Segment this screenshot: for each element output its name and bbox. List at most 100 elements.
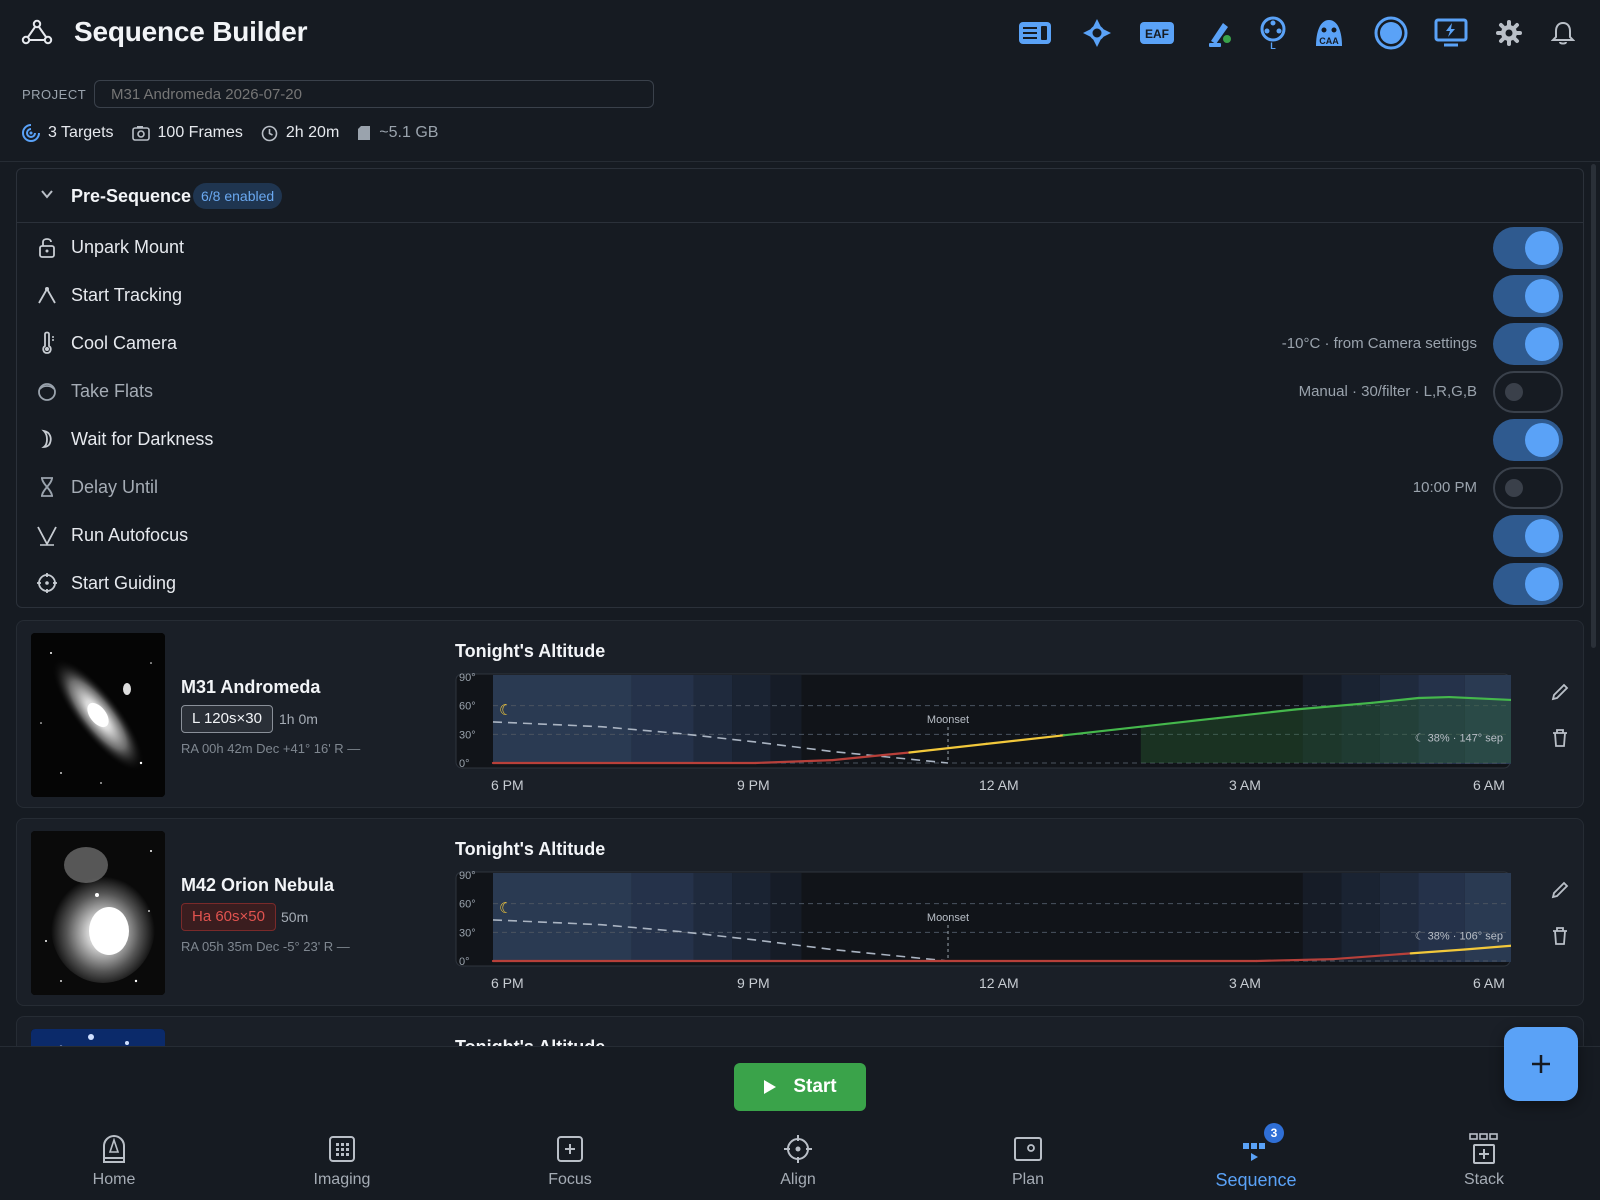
settings-gear-icon[interactable] bbox=[1490, 14, 1528, 52]
twilight-band bbox=[493, 873, 632, 962]
toggle-knob bbox=[1525, 519, 1559, 553]
targets-stat: 3 Targets bbox=[22, 124, 114, 142]
altitude-chart-title: Tonight's Altitude bbox=[455, 641, 606, 661]
nav-label: Align bbox=[780, 1171, 816, 1188]
cool-camera-toggle[interactable] bbox=[1493, 323, 1563, 365]
start-guiding-toggle[interactable] bbox=[1493, 563, 1563, 605]
nav-align[interactable]: Align bbox=[738, 1133, 858, 1197]
edit-target-button[interactable] bbox=[1547, 679, 1573, 705]
step-label: Run Autofocus bbox=[71, 525, 189, 545]
toggle-knob bbox=[1525, 423, 1559, 457]
frames-stat: 100 Frames bbox=[131, 124, 243, 142]
home-icon bbox=[98, 1133, 130, 1165]
clock-icon bbox=[261, 125, 278, 141]
nav-stack[interactable]: Stack bbox=[1424, 1133, 1544, 1197]
twilight-band bbox=[732, 873, 771, 962]
camera-icon bbox=[131, 126, 150, 141]
camera-device-icon[interactable] bbox=[1016, 14, 1054, 52]
y-tick-label: 60° bbox=[459, 701, 476, 713]
altitude-chart-title: Tonight's Altitude bbox=[455, 839, 606, 859]
eaf-device-icon[interactable]: EAF bbox=[1138, 14, 1176, 52]
toggle-knob bbox=[1525, 567, 1559, 601]
pre-sequence-header[interactable]: Pre-Sequence 6/8 enabled bbox=[17, 169, 1583, 223]
sd-card-icon bbox=[358, 126, 371, 140]
unlock-icon bbox=[35, 235, 59, 259]
chevron-down-icon[interactable] bbox=[39, 186, 55, 202]
take-flats-toggle[interactable] bbox=[1493, 371, 1563, 413]
nav-home[interactable]: Home bbox=[54, 1133, 174, 1197]
crosshair-icon bbox=[35, 571, 59, 595]
wait-for-darkness-toggle[interactable] bbox=[1493, 419, 1563, 461]
edit-target-button[interactable] bbox=[1547, 877, 1573, 903]
eaf-label: EAF bbox=[1145, 27, 1169, 41]
step-label: Start Tracking bbox=[71, 285, 183, 305]
delay-until-toggle[interactable] bbox=[1493, 467, 1563, 509]
nav-plan[interactable]: Plan bbox=[968, 1133, 1088, 1197]
add-target-button[interactable] bbox=[1504, 1027, 1578, 1101]
x-tick-label: 6 AM bbox=[1473, 975, 1505, 991]
twilight-band bbox=[1302, 873, 1342, 962]
trash-icon bbox=[1553, 927, 1567, 945]
target-coordinates: RA 00h 42m Dec +41° 16' R — bbox=[181, 741, 361, 756]
moonset-label: Moonset bbox=[927, 714, 969, 726]
target-card-m31[interactable]: M31 Andromeda L 120s×30 1h 0m RA 00h 42m… bbox=[16, 620, 1584, 808]
altitude-chart: 90° 60° 30° 0° Moonset ☾ ☾ 38% · 106° sep bbox=[455, 871, 1511, 967]
notifications-bell-icon[interactable] bbox=[1544, 14, 1582, 52]
mount-device-icon[interactable] bbox=[1078, 14, 1116, 52]
y-tick-label: 90° bbox=[459, 673, 476, 684]
step-label: Wait for Darkness bbox=[71, 429, 214, 449]
play-icon bbox=[764, 1080, 777, 1094]
caa-device-icon[interactable]: CAA bbox=[1310, 14, 1348, 52]
filter-chip[interactable]: L 120s×30 bbox=[181, 705, 273, 733]
twilight-band bbox=[631, 675, 694, 764]
power-device-icon[interactable] bbox=[1432, 14, 1470, 52]
y-tick-label: 30° bbox=[459, 729, 476, 741]
altitude-chart: 90° 60° 30° 0° Moonset ☾ ☾ 38% · 147° sep bbox=[455, 673, 1511, 769]
moonset-label: Moonset bbox=[927, 912, 969, 924]
scrollbar[interactable] bbox=[1591, 164, 1596, 648]
filter-chip[interactable]: Ha 60s×50 bbox=[181, 903, 276, 931]
run-autofocus-toggle[interactable] bbox=[1493, 515, 1563, 557]
y-tick-label: 0° bbox=[459, 956, 470, 967]
guider-device-icon[interactable] bbox=[1200, 14, 1238, 52]
start-tracking-toggle[interactable] bbox=[1493, 275, 1563, 317]
nav-imaging[interactable]: Imaging bbox=[282, 1133, 402, 1197]
plus-icon bbox=[1532, 1055, 1550, 1073]
step-label: Take Flats bbox=[71, 381, 154, 401]
step-start-guiding: Start Guiding bbox=[17, 559, 1583, 607]
align-icon bbox=[782, 1133, 814, 1165]
step-note: -10°C · from Camera settings bbox=[1281, 335, 1477, 352]
unpark-mount-toggle[interactable] bbox=[1493, 227, 1563, 269]
connection-status-icon[interactable] bbox=[1372, 14, 1410, 52]
sequence-count-badge: 3 bbox=[1264, 1123, 1284, 1143]
app-root: Sequence Builder EAF L CAA PROJECT M31 A… bbox=[0, 0, 1600, 1200]
thermometer-icon bbox=[35, 331, 59, 355]
twilight-band bbox=[770, 675, 802, 764]
step-take-flats: Take Flats Manual · 30/filter · L,R,G,B bbox=[17, 367, 1583, 415]
autofocus-icon bbox=[35, 523, 59, 547]
target-card-m42[interactable]: M42 Orion Nebula Ha 60s×50 50m RA 05h 35… bbox=[16, 818, 1584, 1006]
delete-target-button[interactable] bbox=[1547, 923, 1573, 949]
nav-sequence[interactable]: 3 Sequence bbox=[1196, 1123, 1316, 1197]
toggle-knob bbox=[1525, 279, 1559, 313]
pencil-icon bbox=[1551, 881, 1569, 899]
storage-estimate: ~5.1 GB bbox=[379, 124, 439, 141]
step-delay-until: Delay Until 10:00 PM bbox=[17, 463, 1583, 511]
twilight-band bbox=[1379, 873, 1419, 962]
step-unpark-mount: Unpark Mount bbox=[17, 223, 1583, 271]
project-name-input[interactable] bbox=[94, 80, 654, 108]
filter-wheel-device-icon[interactable]: L bbox=[1254, 14, 1292, 52]
total-time: 2h 20m bbox=[285, 124, 340, 141]
nav-label: Home bbox=[92, 1171, 136, 1188]
delete-target-button[interactable] bbox=[1547, 725, 1573, 751]
step-cool-camera: Cool Camera -10°C · from Camera settings bbox=[17, 319, 1583, 367]
twilight-band bbox=[693, 873, 733, 962]
step-label: Start Guiding bbox=[71, 573, 177, 593]
step-wait-for-darkness: Wait for Darkness bbox=[17, 415, 1583, 463]
sequence-nodes-icon[interactable] bbox=[20, 18, 54, 48]
step-label: Cool Camera bbox=[71, 333, 178, 353]
start-sequence-button[interactable]: Start bbox=[734, 1063, 866, 1111]
nav-label: Stack bbox=[1463, 1171, 1504, 1188]
nav-focus[interactable]: Focus bbox=[510, 1133, 630, 1197]
target-duration: 1h 0m bbox=[279, 711, 318, 727]
